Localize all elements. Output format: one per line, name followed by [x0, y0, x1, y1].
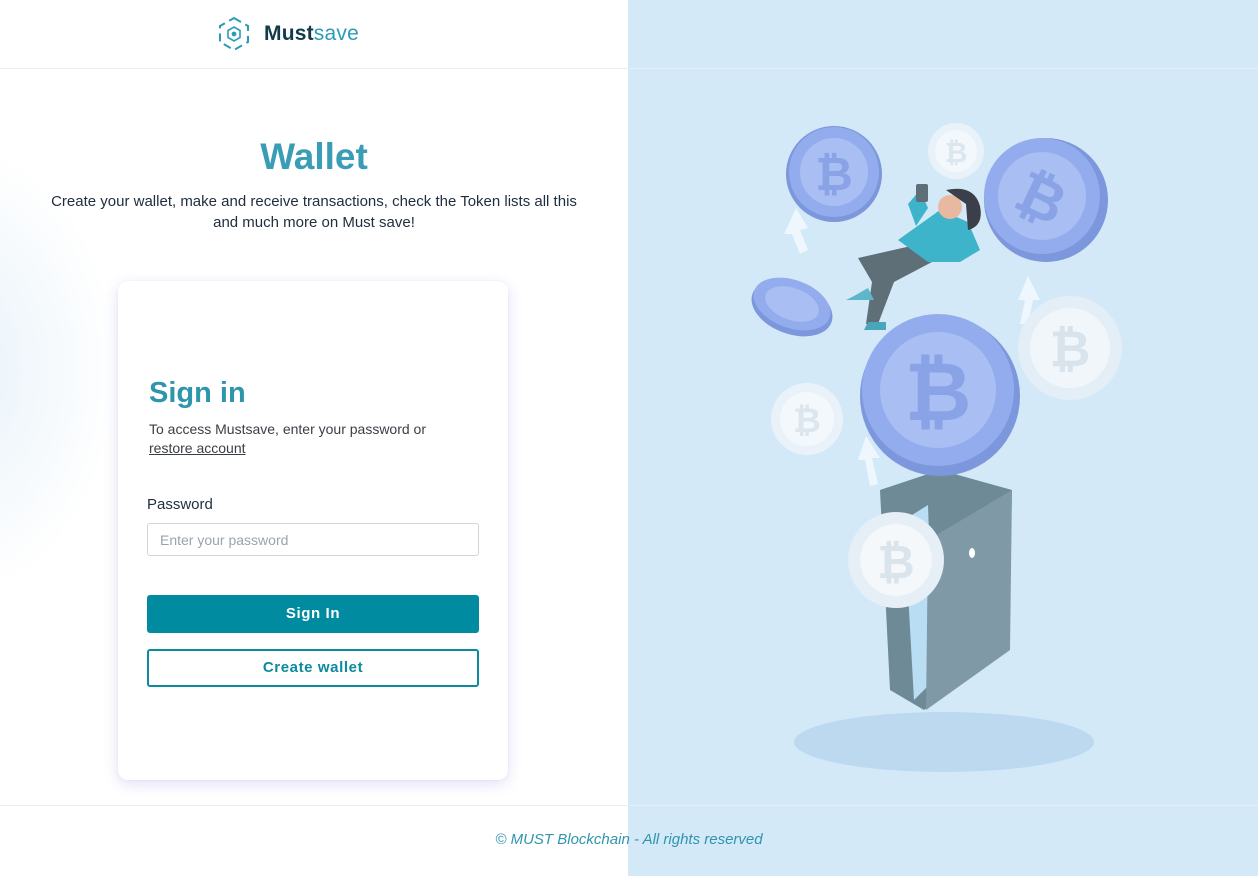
- footer-divider: [0, 805, 1258, 806]
- svg-text:₿: ₿: [793, 401, 821, 441]
- crypto-wallet-illustration: ₿ ₿ ₿ ₿ ₿ ₿ ₿: [751, 123, 1122, 772]
- signin-title: Sign in: [149, 377, 246, 409]
- svg-text:₿: ₿: [945, 136, 968, 169]
- restore-account-link[interactable]: restore account: [149, 440, 246, 456]
- signin-button[interactable]: Sign In: [147, 595, 479, 633]
- page-subtitle: Create your wallet, make and receive tra…: [51, 193, 577, 231]
- signin-description-text: To access Mustsave, enter your password …: [149, 421, 427, 437]
- signin-description: To access Mustsave, enter your password …: [149, 420, 479, 458]
- hexagon-logo-icon: [219, 16, 249, 52]
- header-divider: [0, 68, 1258, 69]
- signin-card: Sign in To access Mustsave, enter your p…: [118, 281, 508, 780]
- brand-name-part1: Must: [264, 22, 314, 45]
- password-label: Password: [147, 496, 213, 513]
- svg-text:₿: ₿: [877, 535, 915, 589]
- illustration-panel: ₿ ₿ ₿ ₿ ₿ ₿ ₿: [628, 0, 1258, 876]
- brand-name-part2: save: [313, 22, 359, 45]
- svg-text:₿: ₿: [815, 147, 853, 201]
- svg-text:₿: ₿: [1050, 320, 1091, 378]
- svg-text:₿: ₿: [905, 345, 972, 440]
- footer-copyright: © MUST Blockchain - All rights reserved: [495, 831, 763, 848]
- brand-name: Mustsave: [264, 22, 359, 46]
- create-wallet-button[interactable]: Create wallet: [147, 649, 479, 687]
- page-title: Wallet: [260, 136, 368, 177]
- password-input[interactable]: [147, 523, 479, 556]
- brand-logo[interactable]: Mustsave: [214, 16, 359, 52]
